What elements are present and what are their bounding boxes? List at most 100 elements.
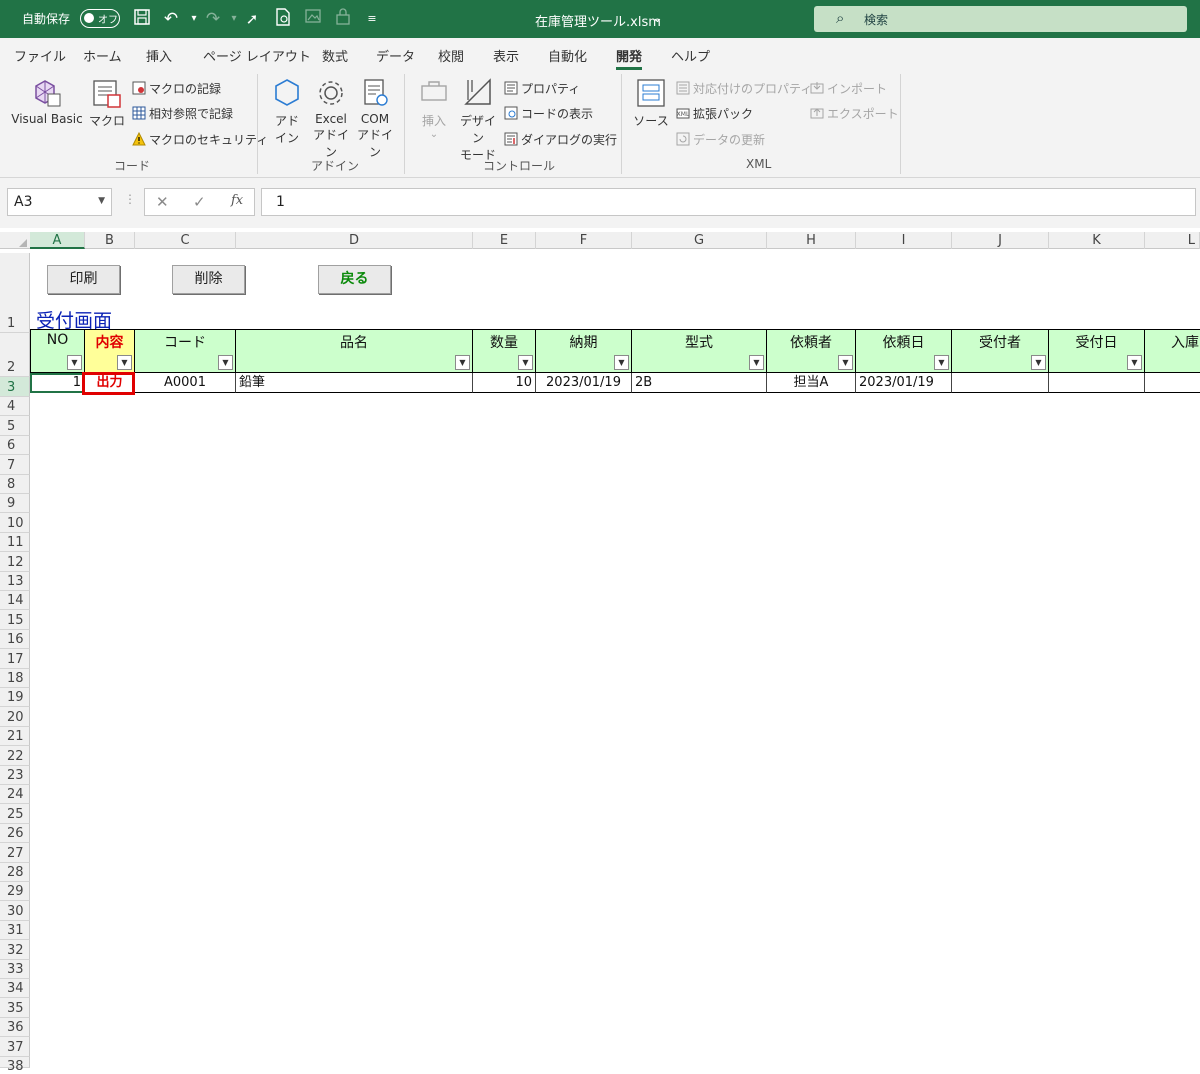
- tab-review[interactable]: 校閲: [438, 46, 464, 65]
- row-header[interactable]: 30: [0, 901, 30, 921]
- undo-icon[interactable]: ↶: [160, 8, 182, 30]
- row-header[interactable]: 5: [0, 416, 30, 436]
- table-cell[interactable]: 2023/01/19: [856, 373, 952, 393]
- name-box[interactable]: A3 ▼: [7, 188, 112, 216]
- row-header[interactable]: 11: [0, 532, 30, 553]
- customize-qat-icon[interactable]: ≡: [361, 8, 383, 30]
- map-properties-button[interactable]: 対応付けのプロパティ: [676, 80, 812, 97]
- table-cell[interactable]: 2023/01/19: [536, 373, 632, 393]
- filter-dropdown-icon[interactable]: ▼: [934, 355, 949, 370]
- chevron-down-icon[interactable]: ⌄: [652, 11, 663, 26]
- more-options-icon[interactable]: ⋮: [124, 192, 136, 206]
- tab-help[interactable]: ヘルプ: [671, 46, 710, 65]
- row-header[interactable]: 27: [0, 843, 30, 863]
- excel-addins-button[interactable]: Excel アドイン: [310, 76, 352, 160]
- column-header-b[interactable]: B: [85, 232, 135, 249]
- relative-reference-button[interactable]: 相対参照で記録: [132, 105, 233, 122]
- addins-button[interactable]: アド イン: [268, 76, 306, 146]
- row-header[interactable]: 14: [0, 591, 30, 611]
- column-header-h[interactable]: H: [767, 232, 856, 249]
- filter-dropdown-icon[interactable]: ▼: [67, 355, 82, 370]
- column-header-j[interactable]: J: [952, 232, 1049, 249]
- table-cell[interactable]: A0001: [135, 373, 236, 393]
- row-header[interactable]: 8: [0, 474, 30, 494]
- back-button[interactable]: 戻る: [318, 265, 391, 294]
- row-header[interactable]: 34: [0, 979, 30, 999]
- filter-dropdown-icon[interactable]: ▼: [117, 355, 132, 370]
- row-header[interactable]: 2: [0, 333, 30, 377]
- tab-page-layout[interactable]: ページ レイアウト: [203, 46, 311, 65]
- autosave-toggle[interactable]: オフ: [80, 9, 120, 28]
- row-header[interactable]: 3: [0, 377, 30, 397]
- column-header-c[interactable]: C: [135, 232, 236, 249]
- refresh-data-button[interactable]: データの更新: [676, 131, 765, 148]
- filter-dropdown-icon[interactable]: ▼: [614, 355, 629, 370]
- filter-dropdown-icon[interactable]: ▼: [1031, 355, 1046, 370]
- row-header[interactable]: 15: [0, 610, 30, 630]
- filter-dropdown-icon[interactable]: ▼: [838, 355, 853, 370]
- row-header[interactable]: 24: [0, 785, 30, 805]
- select-all-corner[interactable]: [0, 232, 30, 249]
- tab-automate[interactable]: 自動化: [548, 46, 587, 65]
- row-header[interactable]: 32: [0, 940, 30, 960]
- row-header[interactable]: 33: [0, 959, 30, 979]
- column-header-g[interactable]: G: [632, 232, 767, 249]
- visual-basic-button[interactable]: Visual Basic: [8, 76, 86, 126]
- com-addins-button[interactable]: COM アドイン: [354, 76, 396, 160]
- properties-button[interactable]: プロパティ: [504, 80, 580, 97]
- row-header[interactable]: 23: [0, 765, 30, 785]
- tab-home[interactable]: ホーム: [83, 46, 122, 65]
- filter-dropdown-icon[interactable]: ▼: [518, 355, 533, 370]
- filter-dropdown-icon[interactable]: ▼: [1127, 355, 1142, 370]
- lock-icon[interactable]: [332, 8, 354, 30]
- row-header[interactable]: 9: [0, 494, 30, 514]
- row-header[interactable]: 31: [0, 920, 30, 941]
- tab-developer[interactable]: 開発: [616, 46, 643, 70]
- window-title[interactable]: 在庫管理ツール.xlsm: [535, 11, 661, 30]
- table-cell[interactable]: [952, 373, 1049, 393]
- filter-dropdown-icon[interactable]: ▼: [218, 355, 233, 370]
- delete-button[interactable]: 削除: [172, 265, 245, 294]
- enter-icon[interactable]: ✓: [193, 193, 206, 211]
- row-header[interactable]: 12: [0, 552, 30, 572]
- filter-dropdown-icon[interactable]: ▼: [749, 355, 764, 370]
- print-button[interactable]: 印刷: [47, 265, 120, 294]
- tab-view[interactable]: 表示: [493, 46, 519, 65]
- filter-dropdown-icon[interactable]: ▼: [455, 355, 470, 370]
- macros-button[interactable]: マクロ: [89, 76, 125, 129]
- column-header-a[interactable]: A: [30, 232, 85, 249]
- select-objects-icon[interactable]: ➚: [241, 8, 263, 30]
- row-header[interactable]: 7: [0, 455, 30, 475]
- row-header[interactable]: 29: [0, 882, 30, 902]
- row-header[interactable]: 28: [0, 862, 30, 882]
- cancel-icon[interactable]: ✕: [156, 193, 169, 211]
- table-cell[interactable]: 2B: [632, 373, 767, 393]
- record-macro-button[interactable]: マクロの記録: [132, 80, 221, 97]
- row-header[interactable]: 36: [0, 1017, 30, 1038]
- formula-input[interactable]: 1: [261, 188, 1196, 216]
- column-header-l[interactable]: L: [1145, 232, 1200, 249]
- column-header-i[interactable]: I: [856, 232, 952, 249]
- row-header[interactable]: 20: [0, 707, 30, 727]
- run-dialog-button[interactable]: ダイアログの実行: [504, 131, 617, 148]
- row-header[interactable]: 1: [0, 253, 30, 333]
- tab-file[interactable]: ファイル: [14, 46, 66, 65]
- design-mode-button[interactable]: デザイン モード: [456, 76, 500, 163]
- insert-function-icon[interactable]: fx: [231, 193, 243, 208]
- row-header[interactable]: 18: [0, 668, 30, 688]
- row-header[interactable]: 16: [0, 629, 30, 650]
- row-header[interactable]: 6: [0, 435, 30, 456]
- xml-import-button[interactable]: インポート: [810, 80, 887, 97]
- redo-icon[interactable]: ↷: [202, 8, 224, 30]
- column-header-d[interactable]: D: [236, 232, 473, 249]
- insert-control-button[interactable]: 挿入 ⌄: [414, 76, 454, 140]
- row-header[interactable]: 25: [0, 804, 30, 824]
- column-header-k[interactable]: K: [1049, 232, 1145, 249]
- column-header-f[interactable]: F: [536, 232, 632, 249]
- expansion-packs-button[interactable]: XML 拡張パック: [676, 105, 753, 122]
- tab-formulas[interactable]: 数式: [322, 46, 348, 65]
- picture-icon[interactable]: [302, 8, 324, 30]
- worksheet-grid[interactable]: A B C D E F G H I J K L 1 2 3 4 5 6 7 8 9 10 11 12 1…: [0, 228, 1200, 1074]
- view-code-button[interactable]: コードの表示: [504, 105, 593, 122]
- row-header[interactable]: 17: [0, 649, 30, 669]
